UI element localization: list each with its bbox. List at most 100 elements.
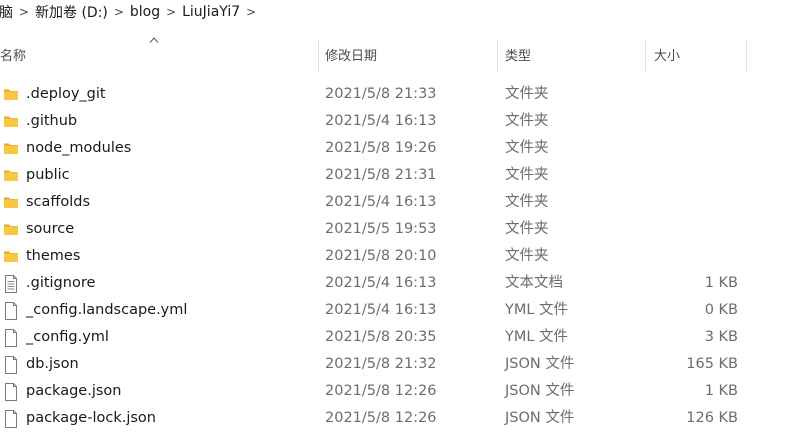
breadcrumb-item-current[interactable]: LiuJiaYi7 xyxy=(180,4,242,20)
file-type: 文件夹 xyxy=(505,221,549,237)
file-row[interactable]: node_modules 2021/5/8 19:26 文件夹 xyxy=(0,135,791,162)
text-file-icon xyxy=(3,270,19,297)
column-header-name-label: 名称 xyxy=(0,49,27,64)
folder-icon xyxy=(3,243,19,270)
file-type: 文件夹 xyxy=(505,194,549,210)
folder-icon xyxy=(3,108,19,135)
column-header-name[interactable]: 名称 xyxy=(0,40,318,72)
file-explorer-window: 脑 > 新加卷 (D:) > blog > LiuJiaYi7 > 名称 修改日… xyxy=(0,0,791,445)
file-size xyxy=(650,189,738,216)
file-row[interactable]: package.json 2021/5/8 12:26 JSON 文件 1 KB xyxy=(0,378,791,405)
file-size xyxy=(650,81,738,108)
file-row[interactable]: db.json 2021/5/8 21:32 JSON 文件 165 KB xyxy=(0,351,791,378)
column-header-type-label: 类型 xyxy=(505,49,532,64)
file-type: 文件夹 xyxy=(505,248,549,264)
file-size: 0 KB xyxy=(704,302,738,318)
file-size xyxy=(650,135,738,162)
file-size: 165 KB xyxy=(686,356,738,372)
file-date: 2021/5/4 16:13 xyxy=(325,302,437,318)
folder-icon xyxy=(3,162,19,189)
file-date: 2021/5/4 16:13 xyxy=(325,275,437,291)
file-icon xyxy=(3,297,19,324)
file-name: _config.landscape.yml xyxy=(26,302,188,318)
file-date: 2021/5/8 21:31 xyxy=(325,167,437,183)
file-row[interactable]: package-lock.json 2021/5/8 12:26 JSON 文件 12… xyxy=(0,405,791,432)
column-divider[interactable] xyxy=(645,40,646,72)
column-header-date-label: 修改日期 xyxy=(325,49,378,64)
column-divider[interactable] xyxy=(746,40,747,72)
file-size: 1 KB xyxy=(704,275,738,291)
file-name: .github xyxy=(26,113,78,129)
breadcrumb-item-blog[interactable]: blog xyxy=(128,4,162,20)
file-type: 文本文档 xyxy=(505,275,563,291)
file-name: node_modules xyxy=(26,140,132,156)
file-date: 2021/5/8 20:35 xyxy=(325,329,437,345)
folder-icon xyxy=(3,81,19,108)
file-size: 1 KB xyxy=(704,383,738,399)
breadcrumb-item-root[interactable]: 脑 xyxy=(0,2,15,22)
file-size xyxy=(650,108,738,135)
breadcrumb-item-drive[interactable]: 新加卷 (D:) xyxy=(33,2,110,22)
chevron-right-icon[interactable]: > xyxy=(110,5,128,19)
file-row[interactable]: source 2021/5/5 19:53 文件夹 xyxy=(0,216,791,243)
file-type: YML 文件 xyxy=(505,302,569,318)
file-size xyxy=(650,243,738,270)
file-size: 126 KB xyxy=(686,410,738,426)
file-icon xyxy=(3,405,19,432)
chevron-right-icon[interactable]: > xyxy=(162,5,180,19)
folder-icon xyxy=(3,216,19,243)
column-divider[interactable] xyxy=(497,40,498,72)
file-icon xyxy=(3,324,19,351)
file-row[interactable]: .github 2021/5/4 16:13 文件夹 xyxy=(0,108,791,135)
file-type: JSON 文件 xyxy=(505,383,575,399)
breadcrumb: 脑 > 新加卷 (D:) > blog > LiuJiaYi7 > xyxy=(0,0,791,24)
file-date: 2021/5/8 12:26 xyxy=(325,383,437,399)
chevron-right-icon[interactable]: > xyxy=(15,5,33,19)
column-headers: 名称 修改日期 类型 大小 xyxy=(0,40,791,72)
folder-icon xyxy=(3,135,19,162)
file-type: 文件夹 xyxy=(505,86,549,102)
file-name: .deploy_git xyxy=(26,86,106,102)
file-date: 2021/5/8 19:26 xyxy=(325,140,437,156)
column-header-date[interactable]: 修改日期 xyxy=(325,40,497,72)
file-icon xyxy=(3,378,19,405)
file-type: JSON 文件 xyxy=(505,410,575,426)
file-type: 文件夹 xyxy=(505,140,549,156)
file-size xyxy=(650,216,738,243)
sort-ascending-icon xyxy=(149,37,159,43)
file-date: 2021/5/8 12:26 xyxy=(325,410,437,426)
file-name: package.json xyxy=(26,383,122,399)
file-name: _config.yml xyxy=(26,329,109,345)
column-header-type[interactable]: 类型 xyxy=(505,40,645,72)
file-row[interactable]: _config.landscape.yml 2021/5/4 16:13 YML 文… xyxy=(0,297,791,324)
chevron-right-icon[interactable]: > xyxy=(242,5,260,19)
file-date: 2021/5/8 21:32 xyxy=(325,356,437,372)
file-name: .gitignore xyxy=(26,275,96,291)
file-type: 文件夹 xyxy=(505,167,549,183)
file-type: YML 文件 xyxy=(505,329,569,345)
file-date: 2021/5/5 19:53 xyxy=(325,221,437,237)
file-row[interactable]: _config.yml 2021/5/8 20:35 YML 文件 3 KB xyxy=(0,324,791,351)
file-row[interactable]: .deploy_git 2021/5/8 21:33 文件夹 xyxy=(0,81,791,108)
folder-icon xyxy=(3,189,19,216)
file-name: db.json xyxy=(26,356,79,372)
file-type: 文件夹 xyxy=(505,113,549,129)
file-row[interactable]: themes 2021/5/8 20:10 文件夹 xyxy=(0,243,791,270)
file-row[interactable]: .gitignore 2021/5/4 16:13 文本文档 1 KB xyxy=(0,270,791,297)
file-size xyxy=(650,162,738,189)
file-list: .deploy_git 2021/5/8 21:33 文件夹 .github 2021… xyxy=(0,81,791,432)
file-date: 2021/5/4 16:13 xyxy=(325,113,437,129)
file-date: 2021/5/8 21:33 xyxy=(325,86,437,102)
column-header-size[interactable]: 大小 xyxy=(654,40,746,72)
column-divider[interactable] xyxy=(318,40,319,72)
file-size: 3 KB xyxy=(704,329,738,345)
file-row[interactable]: scaffolds 2021/5/4 16:13 文件夹 xyxy=(0,189,791,216)
file-name: public xyxy=(26,167,70,183)
file-icon xyxy=(3,351,19,378)
file-type: JSON 文件 xyxy=(505,356,575,372)
file-name: themes xyxy=(26,248,81,264)
file-row[interactable]: public 2021/5/8 21:31 文件夹 xyxy=(0,162,791,189)
column-header-size-label: 大小 xyxy=(654,49,681,64)
file-name: package-lock.json xyxy=(26,410,156,426)
file-date: 2021/5/8 20:10 xyxy=(325,248,437,264)
